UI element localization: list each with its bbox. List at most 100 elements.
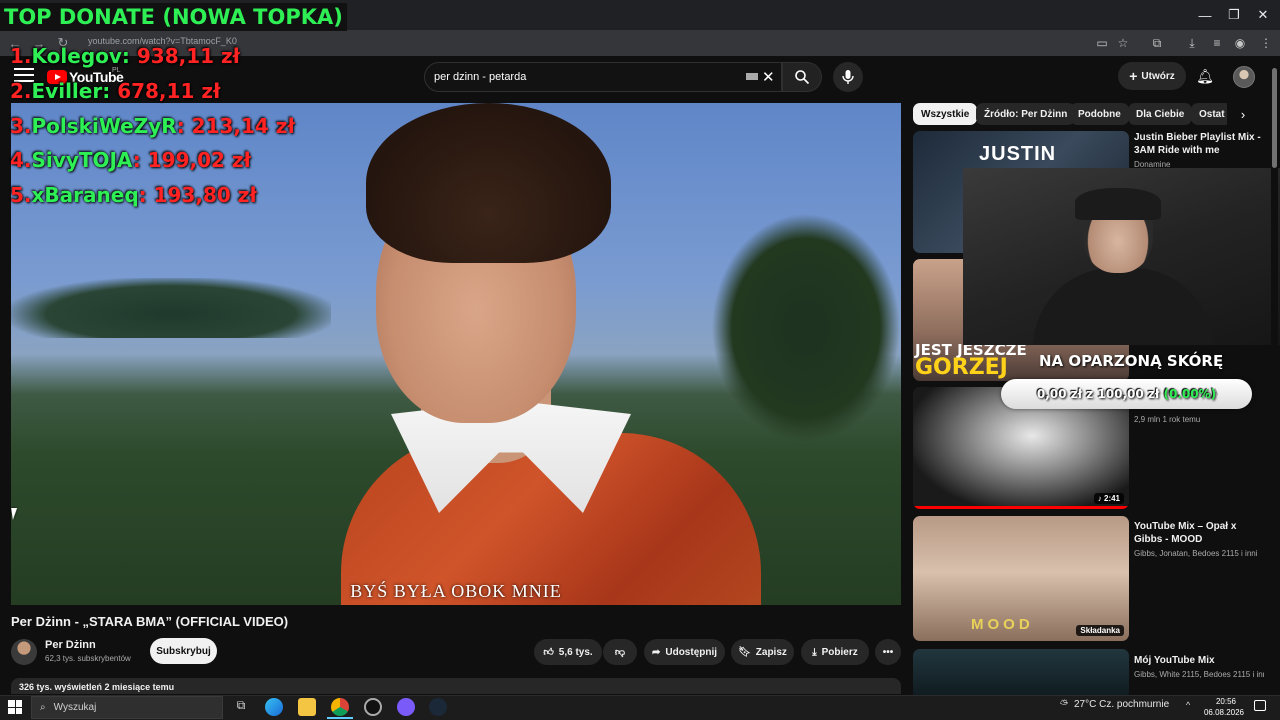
donor-amount: 938,11 zł [136,44,241,68]
download-button[interactable]: ⤓ Pobierz [801,639,869,665]
share-button[interactable]: ➦ Udostępnij [644,639,725,665]
browser-menu-icon[interactable]: ⋮ [1256,33,1276,53]
goal-percent: (0.00%) [1163,387,1217,401]
thumbnail-text: JUSTIN [979,143,1057,165]
scrollbar-thumb[interactable] [1272,68,1277,168]
donor-row: 1.Kolegov: 938,11 zł [10,44,240,68]
donor-row: 5.xBaraneq: 193,80 zł [10,183,257,207]
channel-subscriber-count: 62,3 tys. subskrybentów [45,654,131,663]
share-label: Udostępnij [665,646,718,658]
donor-separator: : [176,114,192,138]
close-window-button[interactable]: ✕ [1246,0,1280,30]
like-count: 5,6 tys. [558,646,593,658]
donor-separator: : [132,148,148,172]
donor-separator: : [138,183,154,207]
download-icon: ⤓ [812,646,817,658]
video-subtitle: BYŚ BYŁA OBOK MNIE [350,581,562,601]
thumbs-up-icon: 👍︎ [543,647,554,658]
windows-start-icon[interactable] [8,700,22,714]
chip-all[interactable]: Wszystkie [913,103,978,125]
chrome-icon[interactable] [331,698,349,716]
rec-thumbnail[interactable] [913,649,1129,699]
rec-title[interactable]: Mój YouTube Mix [1134,654,1264,667]
thumbs-down-icon: 👎︎ [614,647,626,658]
donor-rank: 3. [10,114,32,138]
webcam-person-body [1033,268,1213,345]
more-dots-icon: ••• [882,646,894,658]
chip-related[interactable]: Podobne [1070,103,1129,125]
watch-progress-bar [913,506,1129,509]
dislike-button[interactable]: 👎︎ [603,639,637,665]
donor-separator: : [121,44,137,68]
search-button[interactable] [782,62,822,92]
clock-time[interactable]: 20:56 [1208,697,1244,706]
video-frame-tree [711,213,901,443]
duration-badge: ♪ 2:41 [1093,493,1124,504]
chip-from-channel[interactable]: Źródło: Per Dżinn [976,103,1076,125]
mouse-cursor-icon [11,508,25,520]
video-title: Per Dżinn - „STARA BMA” (OFFICIAL VIDEO) [11,614,289,629]
account-avatar[interactable] [1233,66,1255,88]
chevron-right-icon[interactable]: › [1234,103,1252,125]
voice-search-button[interactable] [833,62,863,92]
notifications-bell-icon[interactable]: 🔔︎ [1195,66,1215,86]
rec-title[interactable]: Justin Bieber Playlist Mix - 3AM Ride wi… [1134,131,1264,157]
video-frame-hair [366,103,611,263]
bookmark-icon: 🔖︎ [738,646,751,658]
goal-amounts: 0,00 zł z 100,00 zł [1036,387,1160,401]
donor-rank: 5. [10,183,32,207]
messenger-icon[interactable] [397,698,415,716]
more-actions-button[interactable]: ••• [875,639,901,665]
webcam-overlay [963,168,1280,345]
taskbar-search[interactable]: ⌕ Wyszukaj [31,696,223,719]
steam-icon[interactable] [429,698,447,716]
rec-thumbnail[interactable]: MOOD Składanka [913,516,1129,641]
donor-amount: 678,11 zł [117,79,221,103]
cast-icon[interactable]: ▭ [1092,33,1112,53]
profile-icon[interactable]: ◉ [1230,33,1250,53]
microphone-icon [842,70,854,84]
clock-date[interactable]: 06.08.2026 [1202,708,1246,717]
bookmark-star-icon[interactable]: ☆ [1113,33,1133,53]
file-explorer-icon[interactable] [298,698,316,716]
channel-name[interactable]: Per Dżinn [45,639,96,651]
downloads-icon[interactable]: ⤓ [1182,33,1202,53]
media-icon[interactable]: ≡ [1207,33,1227,53]
views-and-date: 326 tys. wyświetleń 2 miesiące temu [19,682,175,692]
create-button[interactable]: + Utwórz [1118,62,1186,90]
task-view-icon[interactable]: ⧉ [232,698,250,716]
notifications-icon[interactable] [1254,700,1266,711]
donor-rank: 4. [10,148,32,172]
taskbar-search-placeholder: Wyszukaj [53,702,97,713]
thumbnail-text: NA OPARZONĄ SKÓRĘ [1039,352,1224,370]
youtube-country-code: PL [112,67,121,74]
donor-amount: 213,14 zł [191,114,295,138]
extensions-icon[interactable]: ⧉ [1147,33,1167,53]
search-input[interactable] [434,68,734,86]
clear-search-icon[interactable]: ✕ [762,68,775,86]
rec-title[interactable]: YouTube Mix – Opał x Gibbs - MOOD [1134,520,1264,546]
chip-for-you[interactable]: Dla Ciebie [1128,103,1193,125]
download-label: Pobierz [821,646,858,658]
obs-icon[interactable] [364,698,382,716]
webcam-person-cap [1075,188,1161,220]
save-label: Zapisz [755,646,787,658]
weather-widget[interactable]: ⛅︎ 27°C Cz. pochmurnie [1060,699,1169,710]
subscribe-button[interactable]: Subskrybuj [150,638,217,664]
donor-name: xBaraneq [31,183,139,207]
chip-recent[interactable]: Ostat [1191,103,1227,125]
video-player[interactable]: BYŚ BYŁA OBOK MNIE [11,103,901,605]
keyboard-icon[interactable] [746,73,758,80]
save-button[interactable]: 🔖︎ Zapisz [731,639,794,665]
edge-icon[interactable] [265,698,283,716]
channel-avatar[interactable] [11,639,37,665]
donor-row: 4.SivyTOJA: 199,02 zł [10,148,251,172]
share-arrow-icon: ➦ [651,646,661,658]
search-icon [795,70,810,85]
tray-chevron-up-icon[interactable]: ^ [1186,700,1190,710]
thumbnail-text: GORZEJ [915,355,1008,380]
weather-text: 27°C Cz. pochmurnie [1074,699,1170,710]
donor-name: Eviller [31,79,103,103]
donation-goal-text: 0,00 zł z 100,00 zł (0.00%) [1001,379,1252,409]
like-button[interactable]: 👍︎ 5,6 tys. [534,639,602,665]
